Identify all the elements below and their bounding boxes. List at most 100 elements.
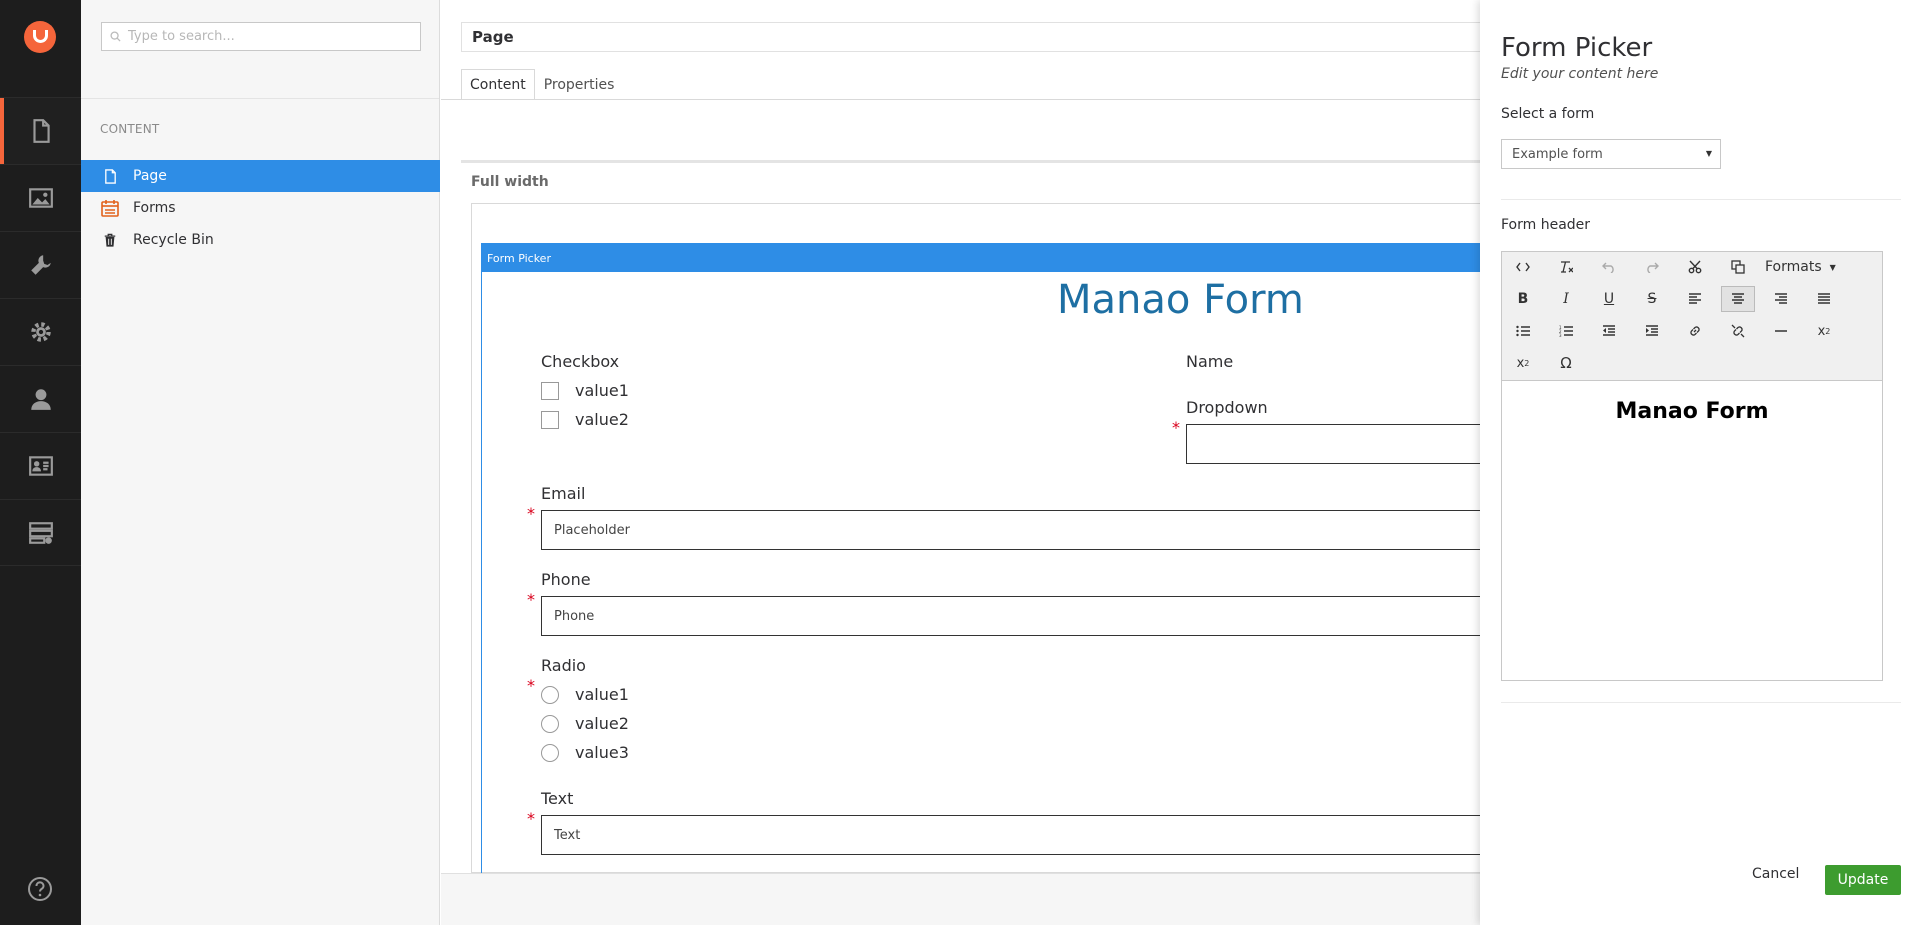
unlink-icon[interactable] bbox=[1721, 318, 1755, 344]
bullet-list-icon[interactable] bbox=[1506, 318, 1540, 344]
divider bbox=[1501, 199, 1901, 200]
umbraco-logo[interactable] bbox=[24, 21, 56, 53]
search-icon bbox=[110, 31, 121, 42]
radio-option-label: value2 bbox=[575, 714, 629, 733]
tree-item-forms[interactable]: Forms bbox=[81, 192, 440, 224]
italic-icon[interactable]: I bbox=[1549, 286, 1583, 312]
editor-footer bbox=[441, 873, 1481, 925]
tree-item-recycle-bin[interactable]: Recycle Bin bbox=[81, 224, 440, 256]
dropdown-label: Dropdown bbox=[1186, 398, 1268, 417]
chevron-down-icon: ▼ bbox=[1829, 262, 1836, 272]
checkbox-value1[interactable] bbox=[541, 382, 559, 400]
dropdown-arrow-icon: ▼ bbox=[1705, 149, 1712, 158]
rich-text-editor: Formats ▼ B I U S 123 x2 x 2 Ω Manao For… bbox=[1501, 251, 1883, 681]
rte-content-area[interactable]: Manao Form bbox=[1502, 381, 1882, 680]
tree-item-label: Recycle Bin bbox=[133, 232, 214, 248]
tree-item-label: Page bbox=[133, 168, 167, 184]
users-icon[interactable] bbox=[0, 365, 81, 432]
text-field[interactable]: Text bbox=[541, 815, 1481, 855]
umbraco-backoffice: Type to search... CONTENT Page Forms Rec… bbox=[0, 0, 1920, 925]
clear-formatting-icon[interactable] bbox=[1549, 254, 1583, 280]
rte-toolbar: Formats ▼ B I U S 123 x2 x 2 Ω bbox=[1502, 252, 1882, 381]
forms-icon bbox=[101, 199, 119, 217]
checkbox-option-label: value2 bbox=[575, 410, 629, 429]
strikethrough-icon[interactable]: S bbox=[1635, 286, 1669, 312]
tab-content[interactable]: Content bbox=[461, 69, 535, 100]
media-section-icon[interactable] bbox=[0, 164, 81, 231]
forms-section-icon[interactable] bbox=[0, 499, 81, 566]
tab-divider bbox=[441, 99, 1481, 100]
dropdown-field[interactable] bbox=[1186, 424, 1481, 464]
trash-icon bbox=[101, 231, 119, 249]
radio-value1[interactable] bbox=[541, 686, 559, 704]
subscript-icon[interactable]: x2 bbox=[1807, 318, 1841, 344]
section-rail bbox=[0, 0, 81, 925]
editor-tabs: Content Properties bbox=[461, 69, 623, 100]
settings-wrench-icon[interactable] bbox=[0, 231, 81, 298]
cut-icon[interactable] bbox=[1678, 254, 1712, 280]
help-icon[interactable] bbox=[27, 876, 53, 902]
align-left-icon[interactable] bbox=[1678, 286, 1712, 312]
formats-label: Formats bbox=[1765, 259, 1822, 275]
radio-label: Radio bbox=[541, 656, 586, 675]
content-tree-panel: Type to search... CONTENT Page Forms Rec… bbox=[81, 0, 440, 925]
search-input[interactable]: Type to search... bbox=[101, 22, 421, 51]
redo-icon[interactable] bbox=[1635, 254, 1669, 280]
members-icon[interactable] bbox=[0, 432, 81, 499]
align-center-icon[interactable] bbox=[1721, 286, 1755, 312]
phone-field[interactable]: Phone bbox=[541, 596, 1481, 636]
content-section-icon[interactable] bbox=[0, 97, 81, 164]
email-field[interactable]: Placeholder bbox=[541, 510, 1481, 550]
select-form-label: Select a form bbox=[1501, 106, 1595, 122]
tree-item-label: Forms bbox=[133, 200, 176, 216]
form-select[interactable]: Example form ▼ bbox=[1501, 139, 1721, 169]
radio-value2[interactable] bbox=[541, 715, 559, 733]
numbered-list-icon[interactable]: 123 bbox=[1549, 318, 1583, 344]
svg-text:3: 3 bbox=[1559, 333, 1562, 337]
text-placeholder: Text bbox=[554, 827, 581, 843]
update-button[interactable]: Update bbox=[1825, 865, 1901, 895]
tab-properties[interactable]: Properties bbox=[535, 69, 624, 100]
tree-item-page[interactable]: Page bbox=[81, 160, 440, 192]
link-icon[interactable] bbox=[1678, 318, 1712, 344]
bold-icon[interactable]: B bbox=[1506, 286, 1540, 312]
undo-icon[interactable] bbox=[1592, 254, 1626, 280]
rte-heading: Manao Form bbox=[1615, 399, 1769, 424]
superscript-icon[interactable]: x2 bbox=[1506, 350, 1540, 376]
phone-placeholder: Phone bbox=[554, 608, 595, 624]
required-mark: * bbox=[527, 504, 535, 523]
copy-icon[interactable] bbox=[1721, 254, 1755, 280]
radio-value3[interactable] bbox=[541, 744, 559, 762]
form-title: Manao Form bbox=[1057, 277, 1304, 323]
content-editor: Page Content Properties Full width Form … bbox=[441, 0, 1491, 925]
developer-gear-icon[interactable] bbox=[0, 298, 81, 365]
search-placeholder: Type to search... bbox=[128, 29, 235, 44]
align-justify-icon[interactable] bbox=[1807, 286, 1841, 312]
text-label: Text bbox=[541, 789, 574, 808]
form-picker-bar: Form Picker bbox=[482, 244, 1481, 272]
underline-icon[interactable]: U bbox=[1592, 286, 1626, 312]
email-label: Email bbox=[541, 484, 586, 503]
indent-icon[interactable] bbox=[1635, 318, 1669, 344]
overlay-title: Form Picker bbox=[1501, 33, 1653, 63]
overlay-subtitle: Edit your content here bbox=[1501, 66, 1659, 82]
form-picker-overlay: Form Picker Edit your content here Selec… bbox=[1480, 0, 1920, 925]
checkbox-option-label: value1 bbox=[575, 381, 629, 400]
form-header-label: Form header bbox=[1501, 217, 1591, 233]
checkbox-label: Checkbox bbox=[541, 352, 620, 371]
required-mark: * bbox=[1172, 418, 1180, 437]
radio-option-label: value3 bbox=[575, 743, 629, 762]
horizontal-rule-icon[interactable] bbox=[1764, 318, 1798, 344]
page-name-field[interactable]: Page bbox=[461, 22, 1491, 52]
required-mark: * bbox=[527, 590, 535, 609]
align-right-icon[interactable] bbox=[1764, 286, 1798, 312]
special-character-icon[interactable]: Ω bbox=[1549, 350, 1583, 376]
source-code-icon[interactable] bbox=[1506, 254, 1540, 280]
radio-option-label: value1 bbox=[575, 685, 629, 704]
cancel-button[interactable]: Cancel bbox=[1752, 866, 1799, 882]
formats-dropdown[interactable]: Formats ▼ bbox=[1765, 254, 1836, 280]
grid-divider bbox=[461, 160, 1481, 163]
form-picker-preview[interactable]: Form Picker bbox=[481, 243, 1481, 873]
outdent-icon[interactable] bbox=[1592, 318, 1626, 344]
checkbox-value2[interactable] bbox=[541, 411, 559, 429]
